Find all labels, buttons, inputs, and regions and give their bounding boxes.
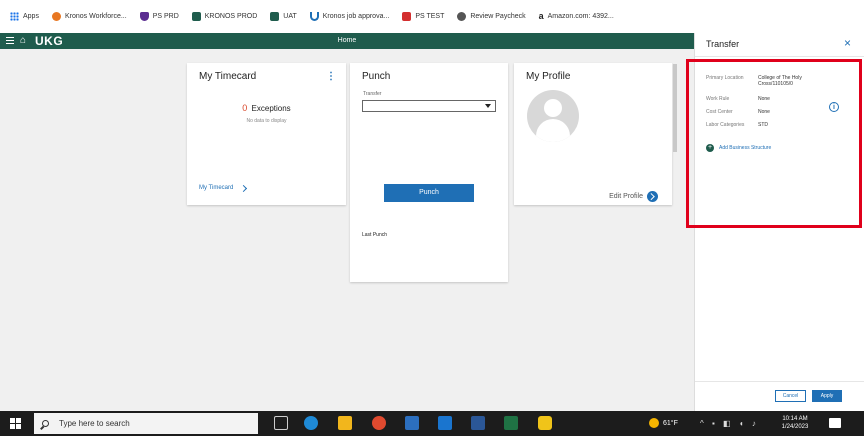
avatar-head (544, 99, 562, 117)
avatar-body (536, 119, 570, 142)
close-icon[interactable]: × (844, 37, 851, 49)
apply-button[interactable]: Apply (812, 390, 842, 402)
bookmark-uat[interactable]: UAT (270, 12, 297, 21)
bookmark-label: Kronos job approva... (322, 13, 390, 20)
my-profile-tile: My Profile Edit Profile (514, 63, 672, 205)
red-highlight-box (686, 59, 862, 228)
bookmark-label: Amazon.com: 4392... (547, 13, 614, 20)
bookmark-apps[interactable]: Apps (10, 12, 39, 21)
windows-start-icon[interactable] (10, 418, 21, 429)
weather-temp: 61°F (663, 419, 678, 427)
bookmark-review-paycheck[interactable]: Review Paycheck (457, 12, 526, 21)
word-icon[interactable] (471, 416, 485, 430)
transfer-panel: Transfer × Primary Location College of T… (686, 33, 864, 411)
transfer-label: Transfer (363, 91, 382, 97)
kebab-menu-icon[interactable]: ⋮ (326, 71, 336, 82)
link-label: My Timecard (199, 185, 234, 191)
panel-header: Transfer × (695, 33, 864, 57)
punch-tile: Punch Transfer Punch Last Punch (350, 63, 508, 282)
bookmark-label: Review Paycheck (470, 13, 526, 20)
amazon-icon: a (538, 11, 544, 21)
bookmark-label: Apps (23, 13, 39, 20)
clock-time: 10:14 AM (782, 416, 808, 422)
exceptions-summary[interactable]: 0 Exceptions (187, 103, 346, 113)
tile-scrollbar[interactable] (673, 64, 677, 152)
cancel-button[interactable]: Cancel (775, 390, 806, 402)
taskbar-search-input[interactable]: Type here to search (34, 413, 258, 434)
app-header: ⌂ UKG Home (0, 33, 694, 49)
ukg-icon (191, 12, 201, 21)
avatar (527, 90, 579, 142)
red-square-icon (402, 12, 412, 21)
exceptions-count: 0 (242, 103, 248, 113)
ukg-icon (270, 12, 280, 21)
windows-taskbar: Type here to search 61°F ^ ▪ ◧ ◖ ♪ 10:14… (0, 411, 864, 436)
bookmark-label: PS TEST (415, 13, 445, 20)
apps-grid-icon (10, 12, 19, 21)
exceptions-label: Exceptions (251, 104, 291, 113)
dashboard: My Timecard ⋮ 0 Exceptions No data to di… (0, 49, 694, 411)
clock-date: 1/24/2023 (781, 424, 809, 430)
system-tray-icons[interactable]: ^ ▪ ◧ ◖ ♪ (700, 419, 759, 428)
globe-icon (457, 12, 467, 21)
excel-icon[interactable] (504, 416, 518, 430)
panel-footer: Cancel Apply (695, 381, 864, 411)
bookmark-amazon[interactable]: a Amazon.com: 4392... (539, 12, 614, 21)
bookmark-kronos-job-approval[interactable]: Kronos job approva... (309, 12, 390, 21)
shield-icon (139, 12, 149, 21)
panel-title: Transfer (706, 39, 740, 49)
no-data-text: No data to display (246, 118, 287, 124)
bookmark-ps-test[interactable]: PS TEST (402, 12, 444, 21)
transfer-select[interactable] (362, 100, 496, 112)
caret-down-icon (485, 104, 491, 108)
bookmarks-bar: Apps Kronos Workforce... PS PRD KRONOS P… (0, 0, 864, 33)
bookmark-label: KRONOS PROD (204, 13, 258, 20)
chevron-right-icon (240, 184, 248, 192)
tile-title: My Timecard (199, 71, 257, 82)
kronos-icon (51, 12, 61, 21)
my-timecard-link[interactable]: My Timecard (199, 184, 248, 192)
bookmark-label: Kronos Workforce... (64, 13, 127, 20)
bookmark-kronos-prod[interactable]: KRONOS PROD (191, 12, 258, 21)
edge-browser-icon[interactable] (304, 416, 318, 430)
bookmark-kronos-workforce[interactable]: Kronos Workforce... (51, 12, 127, 21)
task-view-icon[interactable] (274, 416, 288, 430)
weather-widget[interactable]: 61°F (649, 418, 678, 428)
link-label: Edit Profile (609, 193, 643, 200)
bookmark-label: UAT (283, 13, 297, 20)
tile-title: Punch (362, 71, 391, 82)
system-clock[interactable]: 10:14 AM 1/24/2023 (775, 415, 815, 431)
outlook-icon[interactable] (438, 416, 452, 430)
file-explorer-icon[interactable] (338, 416, 352, 430)
circle-arrow-right-icon (647, 191, 658, 202)
screen: Apps Kronos Workforce... PS PRD KRONOS P… (0, 0, 864, 436)
edit-profile-link[interactable]: Edit Profile (609, 191, 658, 202)
my-timecard-tile: My Timecard ⋮ 0 Exceptions No data to di… (187, 63, 346, 205)
bookmark-label: PS PRD (152, 13, 179, 20)
notification-icon[interactable] (829, 418, 841, 428)
bookmark-ps-prd[interactable]: PS PRD (139, 12, 179, 21)
page-title: Home (337, 37, 357, 44)
store-icon[interactable] (405, 416, 419, 430)
search-placeholder: Type here to search (59, 419, 130, 428)
tile-title: My Profile (526, 71, 571, 82)
last-punch-label: Last Punch (362, 232, 388, 238)
magnet-icon (309, 12, 319, 21)
punch-button[interactable]: Punch (384, 184, 474, 202)
search-icon (42, 420, 49, 427)
sun-icon (649, 418, 659, 428)
chrome-icon[interactable] (372, 416, 386, 430)
pinned-app-icon[interactable] (538, 416, 552, 430)
